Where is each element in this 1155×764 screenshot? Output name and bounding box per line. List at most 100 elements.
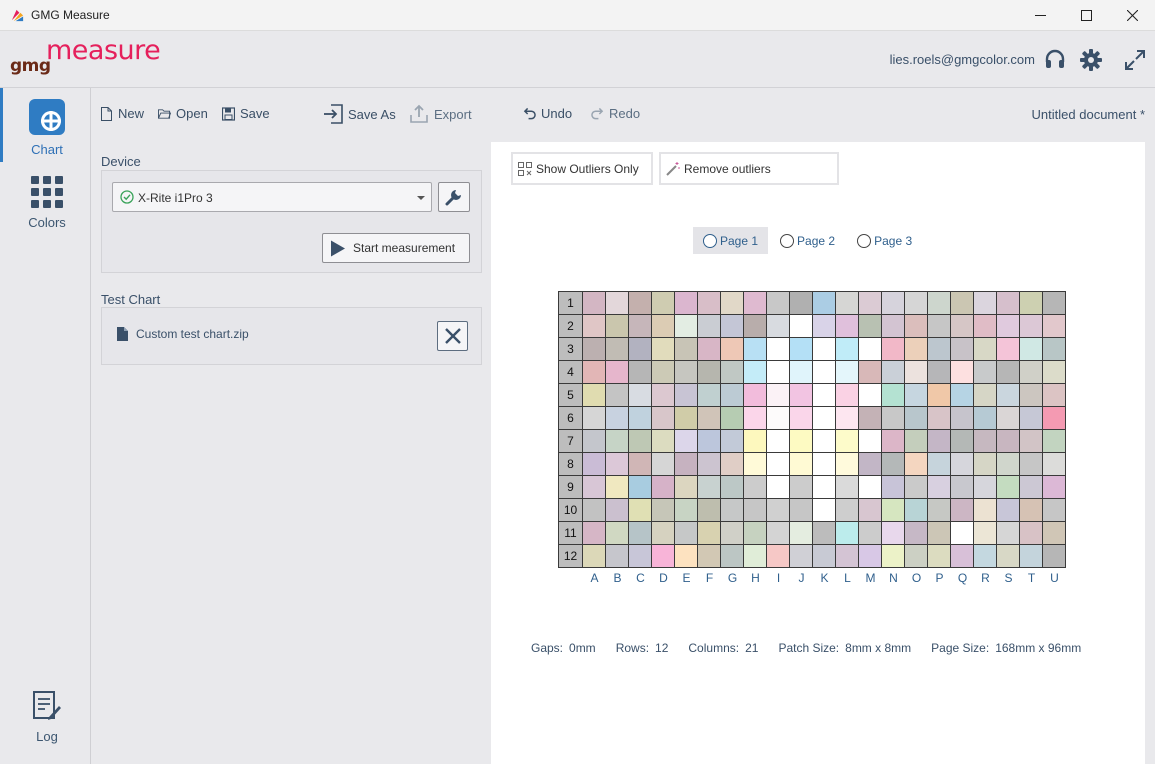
patch-J4[interactable] (789, 360, 813, 384)
patch-D10[interactable] (651, 498, 675, 522)
patch-S5[interactable] (996, 383, 1020, 407)
patch-I4[interactable] (766, 360, 790, 384)
patch-I9[interactable] (766, 475, 790, 499)
patch-N2[interactable] (881, 314, 905, 338)
patch-K3[interactable] (812, 337, 836, 361)
patch-U10[interactable] (1042, 498, 1066, 522)
patch-C4[interactable] (628, 360, 652, 384)
patch-R11[interactable] (973, 521, 997, 545)
patch-I1[interactable] (766, 291, 790, 315)
patch-G10[interactable] (720, 498, 744, 522)
patch-K9[interactable] (812, 475, 836, 499)
patch-R3[interactable] (973, 337, 997, 361)
patch-B3[interactable] (605, 337, 629, 361)
patch-M6[interactable] (858, 406, 882, 430)
patch-G6[interactable] (720, 406, 744, 430)
patch-C12[interactable] (628, 544, 652, 568)
patch-D4[interactable] (651, 360, 675, 384)
open-button[interactable]: Open (158, 106, 208, 121)
patch-D2[interactable] (651, 314, 675, 338)
patch-C7[interactable] (628, 429, 652, 453)
patch-E8[interactable] (674, 452, 698, 476)
patch-B7[interactable] (605, 429, 629, 453)
patch-U2[interactable] (1042, 314, 1066, 338)
patch-L7[interactable] (835, 429, 859, 453)
maximize-button[interactable] (1063, 0, 1109, 31)
patch-P7[interactable] (927, 429, 951, 453)
patch-H11[interactable] (743, 521, 767, 545)
patch-O11[interactable] (904, 521, 928, 545)
patch-Q3[interactable] (950, 337, 974, 361)
patch-B5[interactable] (605, 383, 629, 407)
patch-L11[interactable] (835, 521, 859, 545)
patch-F3[interactable] (697, 337, 721, 361)
patch-P3[interactable] (927, 337, 951, 361)
patch-O3[interactable] (904, 337, 928, 361)
patch-J6[interactable] (789, 406, 813, 430)
patch-M3[interactable] (858, 337, 882, 361)
fullscreen-expand-icon[interactable] (1123, 48, 1147, 72)
patch-I2[interactable] (766, 314, 790, 338)
patch-C6[interactable] (628, 406, 652, 430)
patch-M9[interactable] (858, 475, 882, 499)
patch-S10[interactable] (996, 498, 1020, 522)
patch-A2[interactable] (582, 314, 606, 338)
patch-E4[interactable] (674, 360, 698, 384)
patch-G5[interactable] (720, 383, 744, 407)
patch-H1[interactable] (743, 291, 767, 315)
patch-R9[interactable] (973, 475, 997, 499)
patch-I11[interactable] (766, 521, 790, 545)
patch-C9[interactable] (628, 475, 652, 499)
patch-H6[interactable] (743, 406, 767, 430)
patch-J11[interactable] (789, 521, 813, 545)
patch-R7[interactable] (973, 429, 997, 453)
device-select[interactable]: X-Rite i1Pro 3 (112, 182, 432, 212)
patch-F11[interactable] (697, 521, 721, 545)
patch-L6[interactable] (835, 406, 859, 430)
patch-N4[interactable] (881, 360, 905, 384)
patch-F12[interactable] (697, 544, 721, 568)
user-email[interactable]: lies.roels@gmgcolor.com (890, 52, 1035, 67)
patch-L2[interactable] (835, 314, 859, 338)
patch-O6[interactable] (904, 406, 928, 430)
patch-B8[interactable] (605, 452, 629, 476)
patch-N5[interactable] (881, 383, 905, 407)
patch-S11[interactable] (996, 521, 1020, 545)
patch-U6[interactable] (1042, 406, 1066, 430)
patch-U1[interactable] (1042, 291, 1066, 315)
rail-item-log[interactable]: Log (3, 690, 91, 744)
patch-L12[interactable] (835, 544, 859, 568)
patch-I7[interactable] (766, 429, 790, 453)
patch-K4[interactable] (812, 360, 836, 384)
patch-R8[interactable] (973, 452, 997, 476)
patch-R10[interactable] (973, 498, 997, 522)
patch-T9[interactable] (1019, 475, 1043, 499)
patch-D5[interactable] (651, 383, 675, 407)
patch-G12[interactable] (720, 544, 744, 568)
patch-Q1[interactable] (950, 291, 974, 315)
patch-B4[interactable] (605, 360, 629, 384)
patch-U9[interactable] (1042, 475, 1066, 499)
patch-N3[interactable] (881, 337, 905, 361)
patch-A9[interactable] (582, 475, 606, 499)
patch-P5[interactable] (927, 383, 951, 407)
patch-O12[interactable] (904, 544, 928, 568)
patch-O9[interactable] (904, 475, 928, 499)
patch-H7[interactable] (743, 429, 767, 453)
patch-D6[interactable] (651, 406, 675, 430)
patch-A12[interactable] (582, 544, 606, 568)
patch-U11[interactable] (1042, 521, 1066, 545)
patch-U4[interactable] (1042, 360, 1066, 384)
patch-A1[interactable] (582, 291, 606, 315)
patch-I6[interactable] (766, 406, 790, 430)
patch-A11[interactable] (582, 521, 606, 545)
rail-item-colors[interactable]: Colors (3, 176, 91, 230)
device-settings-button[interactable] (438, 182, 470, 212)
patch-I5[interactable] (766, 383, 790, 407)
export-button[interactable]: Export (409, 104, 472, 124)
patch-L10[interactable] (835, 498, 859, 522)
patch-T7[interactable] (1019, 429, 1043, 453)
patch-A4[interactable] (582, 360, 606, 384)
patch-L8[interactable] (835, 452, 859, 476)
patch-U12[interactable] (1042, 544, 1066, 568)
